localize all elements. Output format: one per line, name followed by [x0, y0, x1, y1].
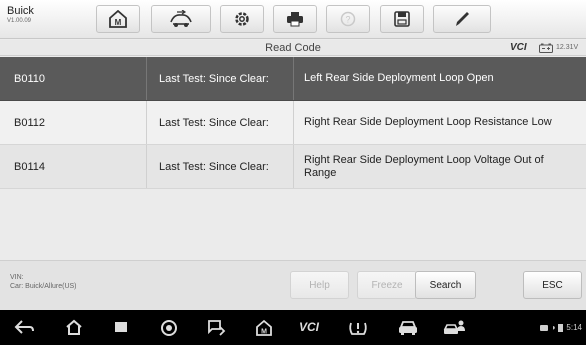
- back-button[interactable]: [14, 319, 34, 335]
- vehicle-make: Buick: [7, 5, 34, 17]
- code-cell: B0114: [14, 160, 45, 173]
- settings-icon: [235, 12, 249, 26]
- page-title: Read Code: [265, 42, 321, 54]
- screenshot-icon: [208, 320, 226, 336]
- vehicle-info: Buick V1.00.09: [7, 5, 87, 25]
- settings-button[interactable]: [220, 5, 264, 33]
- svg-text:M: M: [261, 329, 267, 336]
- bottom-bar: VIN: Car: Buick/Allure(US) Help Freeze S…: [0, 260, 586, 310]
- battery-voltage: 12.31V: [556, 44, 579, 51]
- print-icon: [287, 12, 303, 27]
- vehicle-identification: VIN: Car: Buick/Allure(US): [10, 273, 77, 291]
- description-cell: Left Rear Side Deployment Loop Open: [293, 57, 586, 100]
- table-empty-area: [0, 189, 586, 260]
- description-cell: Right Rear Side Deployment Loop Voltage …: [293, 145, 586, 188]
- recent-apps-button[interactable]: [113, 319, 129, 335]
- browser-icon: [161, 320, 177, 336]
- pen-icon: [456, 12, 469, 26]
- print-button[interactable]: [273, 5, 317, 33]
- svg-text:VCI: VCI: [299, 320, 320, 334]
- top-toolbar: Buick V1.00.09 M ?: [0, 0, 586, 39]
- vehicle-swap-icon: [170, 10, 192, 27]
- pen-button[interactable]: [433, 5, 491, 33]
- table-row[interactable]: B0114 Last Test: Since Clear: Right Rear…: [0, 145, 586, 189]
- tpms-button[interactable]: [348, 319, 368, 337]
- screenshot-button[interactable]: [207, 319, 227, 337]
- status-cell: Last Test: Since Clear:: [146, 101, 292, 144]
- svg-text:?: ?: [345, 15, 350, 25]
- software-version: V1.00.09: [7, 18, 32, 24]
- clock-time: 5:14: [566, 323, 582, 332]
- vehicle-swap-button[interactable]: [151, 5, 211, 33]
- help-button[interactable]: ?: [326, 5, 370, 33]
- code-cell: B0112: [14, 116, 45, 129]
- status-area: ◑ 5:14: [539, 323, 582, 332]
- home-icon: [66, 319, 82, 335]
- car-button[interactable]: [397, 319, 419, 337]
- vci-status-label: VCI: [510, 42, 527, 53]
- battery-icon: [539, 43, 553, 53]
- table-row[interactable]: B0110 Last Test: Since Clear: Left Rear …: [0, 57, 586, 101]
- battery-status-icon: [558, 323, 564, 332]
- status-cell: Last Test: Since Clear:: [146, 145, 292, 188]
- save-button[interactable]: [380, 5, 424, 33]
- tpms-icon: [349, 322, 367, 335]
- message-icon: [539, 324, 548, 331]
- code-cell: B0110: [14, 72, 45, 85]
- system-home-button[interactable]: [65, 319, 83, 335]
- vci-manager-button[interactable]: VCI: [299, 319, 325, 335]
- system-nav-bar: M VCI ◑ 5:14: [0, 310, 586, 345]
- browser-button[interactable]: [160, 319, 178, 337]
- back-icon: [14, 320, 34, 334]
- save-icon: [394, 11, 410, 27]
- maxisys-button[interactable]: M: [255, 319, 273, 337]
- home-button[interactable]: M: [96, 5, 140, 33]
- vin-label: VIN:: [10, 274, 24, 281]
- recent-apps-icon: [115, 322, 127, 332]
- description-cell: Right Rear Side Deployment Loop Resistan…: [293, 101, 586, 144]
- help-icon: ?: [340, 11, 356, 27]
- search-button[interactable]: Search: [415, 271, 476, 299]
- car-person-button[interactable]: [443, 319, 467, 337]
- table-row[interactable]: B0112 Last Test: Since Clear: Right Rear…: [0, 101, 586, 145]
- car-label: Car: Buick/Allure(US): [10, 283, 77, 290]
- maxisys-icon: M: [256, 319, 272, 336]
- car-person-icon: [443, 320, 465, 334]
- status-cell: Last Test: Since Clear:: [146, 57, 292, 100]
- home-icon: M: [109, 10, 127, 28]
- freeze-button[interactable]: Freeze: [357, 271, 417, 299]
- svg-text:M: M: [115, 18, 122, 27]
- wifi-icon: ◑: [550, 323, 556, 332]
- esc-button[interactable]: ESC: [523, 271, 582, 299]
- help-function-button[interactable]: Help: [290, 271, 349, 299]
- title-bar: Read Code VCI 12.31V: [0, 40, 586, 56]
- car-icon: [399, 321, 417, 335]
- vci-icon: VCI: [299, 320, 320, 334]
